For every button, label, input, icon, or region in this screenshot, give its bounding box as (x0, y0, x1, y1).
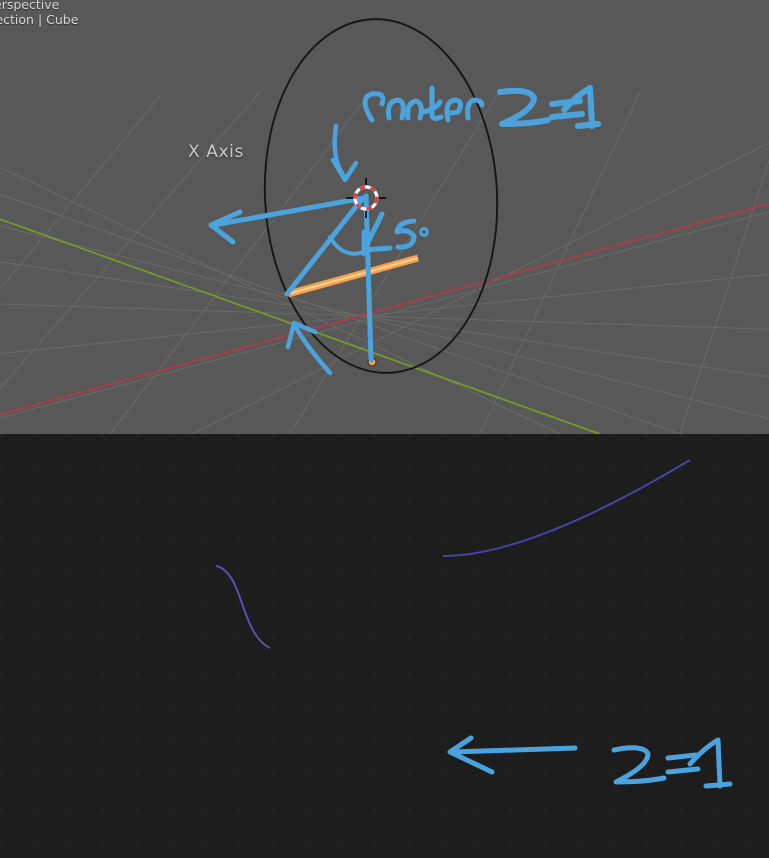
link-vector-output (442, 459, 691, 557)
blender-window: erspective lection | Cube X Axis (0, 0, 769, 858)
3d-viewport[interactable]: erspective lection | Cube X Axis (0, 0, 769, 434)
viewport-background (0, 0, 769, 434)
link-position-to-vector (215, 565, 271, 649)
viewport-scene (0, 0, 769, 434)
node-editor-annotation (447, 735, 733, 789)
geometry-node-editor[interactable]: Geometry Nodes (0, 434, 769, 858)
node-links (215, 459, 691, 649)
